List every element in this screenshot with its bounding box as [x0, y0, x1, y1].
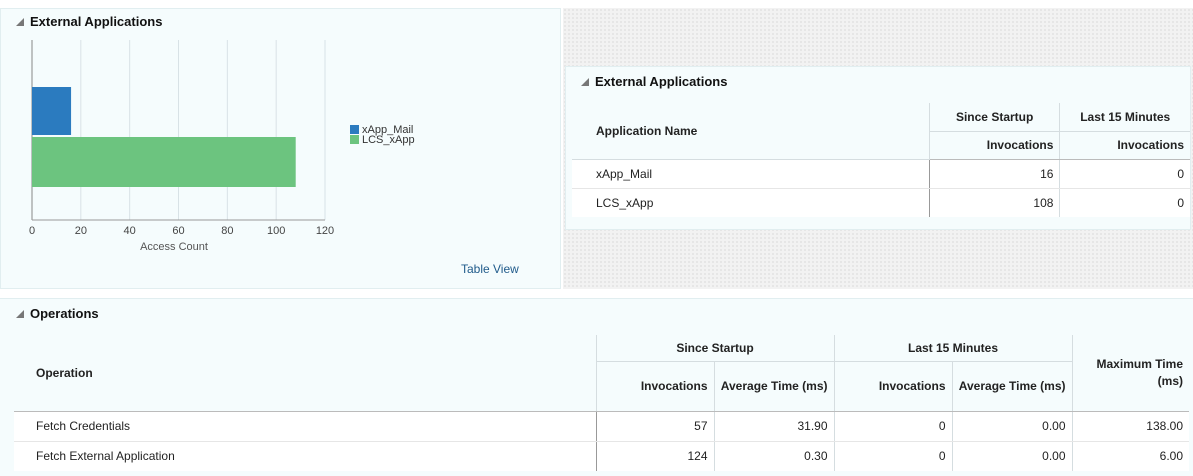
since-startup-invocations-cell: 16	[929, 159, 1061, 189]
collapse-triangle-icon[interactable]	[16, 17, 24, 26]
legend-swatch	[350, 125, 359, 134]
column-header-invocations[interactable]: Invocations	[596, 361, 715, 412]
external-applications-table-header[interactable]: External Applications	[581, 74, 727, 89]
column-header-maximum-time[interactable]: Maximum Time (ms)	[1072, 335, 1189, 412]
since-startup-invocations-cell: 108	[929, 188, 1061, 217]
maximum-time-cell: 6.00	[1159, 449, 1183, 464]
access-count-bar-chart: 0 20 40 60 80 100 120 Access Count xApp_MailLC…	[29, 40, 415, 253]
operation-name-cell: Fetch Credentials	[14, 411, 597, 442]
last-15-invocations-cell: 0	[834, 411, 953, 442]
application-name-cell: LCS_xApp	[572, 188, 930, 217]
table-row[interactable]: xApp_Mail 16 0	[572, 159, 1190, 189]
section-title: External Applications	[30, 14, 163, 29]
table-row[interactable]: LCS_xApp 108 0	[572, 188, 1190, 217]
legend-swatch	[350, 135, 359, 144]
operations-table: Operation Since Startup Last 15 Minutes …	[14, 335, 1189, 471]
bar-xApp_Mail[interactable]	[32, 87, 72, 135]
last-15-average-time-cell: 0.00	[952, 441, 1073, 471]
since-startup-invocations-cell: 57	[596, 411, 715, 442]
column-group-since-startup: Since Startup	[596, 335, 835, 362]
chart-grid	[31, 40, 326, 221]
x-axis-label: Access Count	[140, 241, 208, 253]
column-header-average-time[interactable]: Average Time (ms)	[952, 361, 1073, 412]
since-startup-average-time-cell: 31.90	[714, 411, 835, 442]
external-applications-chart-header[interactable]: External Applications	[16, 14, 162, 29]
chart-bars	[32, 87, 296, 187]
column-header-invocations[interactable]: Invocations	[929, 131, 1061, 160]
section-title: Operations	[30, 306, 99, 321]
operation-name-cell: Fetch External Application	[14, 441, 597, 471]
x-tick-label: 20	[75, 225, 87, 237]
last-15-invocations-cell: 0	[1177, 195, 1184, 210]
legend-label: LCS_xApp	[362, 134, 415, 146]
chart-legend: xApp_MailLCS_xApp	[350, 124, 415, 146]
maximum-time-cell: 138.00	[1072, 411, 1189, 442]
x-tick-label: 80	[221, 225, 233, 237]
column-header-operation[interactable]: Operation	[14, 335, 597, 412]
column-header-application-name[interactable]: Application Name	[572, 103, 930, 160]
last-15-invocations-cell: 0	[834, 441, 953, 471]
column-header-invocations[interactable]: Invocations	[1059, 131, 1190, 160]
application-name-cell: xApp_Mail	[572, 159, 930, 189]
operations-header[interactable]: Operations	[16, 306, 99, 321]
x-tick-label: 120	[316, 225, 334, 237]
x-tick-label: 60	[172, 225, 184, 237]
column-header-average-time[interactable]: Average Time (ms)	[714, 361, 835, 412]
table-row[interactable]: Fetch Credentials 57 31.90 0 0.00 138.00	[14, 411, 1189, 442]
x-axis-ticks: 0 20 40 60 80 100 120	[29, 225, 334, 237]
column-group-last-15-minutes: Last 15 Minutes	[1059, 103, 1190, 132]
last-15-average-time-cell: 0.00	[952, 411, 1073, 442]
column-group-since-startup: Since Startup	[929, 103, 1061, 132]
column-header-invocations[interactable]: Invocations	[834, 361, 953, 412]
external-applications-table: Application Name Since Startup Last 15 M…	[572, 103, 1190, 217]
table-row[interactable]: Fetch External Application 124 0.30 0 0.…	[14, 441, 1189, 471]
x-tick-label: 40	[124, 225, 136, 237]
column-group-last-15-minutes: Last 15 Minutes	[834, 335, 1073, 362]
table-view-link[interactable]: Table View	[461, 262, 519, 276]
since-startup-invocations-cell: 124	[596, 441, 715, 471]
x-tick-label: 0	[29, 225, 35, 237]
section-title: External Applications	[595, 74, 728, 89]
since-startup-average-time-cell: 0.30	[714, 441, 835, 471]
last-15-invocations-cell: 0	[1059, 159, 1190, 189]
collapse-triangle-icon[interactable]	[16, 309, 24, 318]
x-tick-label: 100	[267, 225, 285, 237]
bar-LCS_xApp[interactable]	[32, 137, 296, 187]
collapse-triangle-icon[interactable]	[581, 77, 589, 86]
